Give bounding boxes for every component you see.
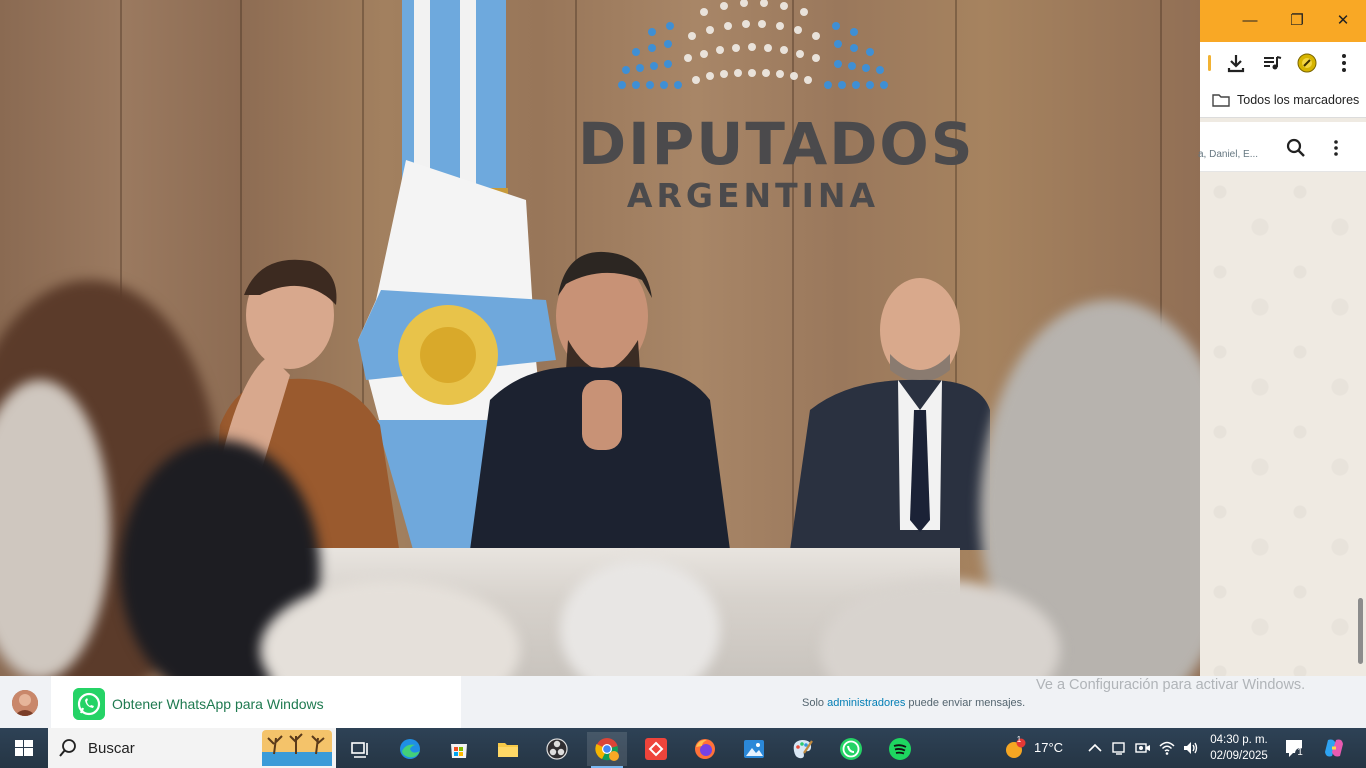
close-button[interactable]: ✕ xyxy=(1330,10,1356,32)
all-bookmarks-link[interactable]: Todos los marcadores xyxy=(1237,93,1359,107)
scrollbar-thumb[interactable] xyxy=(1358,598,1363,664)
admin-only-notice: Solo administradores puede enviar mensaj… xyxy=(802,697,1025,709)
notice-suffix: puede enviar mensajes. xyxy=(908,697,1026,709)
browser-toolbar xyxy=(1200,42,1366,84)
page-scrollbar[interactable] xyxy=(1356,176,1364,676)
administrators-link[interactable]: administradores xyxy=(827,697,905,709)
activate-windows-watermark: Ve a Configuración para activar Windows. xyxy=(1036,677,1306,693)
chat-members-list[interactable]: a, Daniel, E... xyxy=(1198,149,1258,160)
file-explorer-icon[interactable] xyxy=(488,732,528,766)
clock-date: 02/09/2025 xyxy=(1210,750,1268,762)
window-titlebar: — ❐ ✕ xyxy=(1200,0,1366,42)
firefox-icon[interactable] xyxy=(685,732,725,766)
person-right xyxy=(790,278,990,550)
task-view-icon[interactable] xyxy=(340,732,380,766)
photo-viewer[interactable]: DIPUTADOS ARGENTINA xyxy=(0,0,1200,676)
volume-icon[interactable] xyxy=(1182,739,1200,757)
wordmark-line1: DIPUTADOS xyxy=(578,110,975,178)
spotify-icon[interactable] xyxy=(880,732,920,766)
taskbar-search-box[interactable]: Buscar xyxy=(48,728,336,768)
obs-studio-icon[interactable] xyxy=(537,732,577,766)
chevron-up-icon[interactable] xyxy=(1086,739,1104,757)
search-label: Buscar xyxy=(88,740,135,757)
whatsapp-taskbar-icon[interactable] xyxy=(831,732,871,766)
windows-taskbar: Buscar 1 17°C 04:30 p. m. 02/09/2025 1 xyxy=(0,728,1366,768)
search-icon[interactable] xyxy=(1286,138,1306,158)
chat-menu-icon[interactable] xyxy=(1326,138,1346,158)
whatsapp-footer: Obtener WhatsApp para Windows Solo admin… xyxy=(0,676,1366,728)
notification-count: 1 xyxy=(1297,747,1303,758)
media-controls-icon[interactable] xyxy=(1261,52,1283,74)
bookmarks-bar: Todos los marcadores xyxy=(1200,84,1366,118)
weather-badge: 1 xyxy=(1016,735,1022,744)
desktop-screen: DIPUTADOS ARGENTINA — ❐ ✕ Todos los marc… xyxy=(0,0,1366,768)
system-clock[interactable]: 04:30 p. m. 02/09/2025 xyxy=(1208,732,1270,764)
camera-icon[interactable] xyxy=(1134,739,1152,757)
minimize-button[interactable]: — xyxy=(1237,10,1263,32)
clock-time: 04:30 p. m. xyxy=(1210,734,1268,746)
toolbar-separator xyxy=(1208,55,1211,71)
microsoft-store-icon[interactable] xyxy=(439,732,479,766)
restore-button[interactable]: ❐ xyxy=(1284,10,1310,32)
photos-icon[interactable] xyxy=(734,732,774,766)
anydesk-icon[interactable] xyxy=(636,732,676,766)
folder-icon[interactable] xyxy=(1212,93,1230,107)
person-center xyxy=(470,251,730,550)
extension-icon[interactable] xyxy=(1296,52,1318,74)
chrome-icon[interactable] xyxy=(587,732,627,768)
paint-icon[interactable] xyxy=(782,732,822,766)
device-icon[interactable] xyxy=(1110,739,1128,757)
get-whatsapp-link[interactable]: Obtener WhatsApp para Windows xyxy=(112,696,324,712)
search-highlight-icon xyxy=(262,730,332,766)
download-icon[interactable] xyxy=(1225,52,1247,74)
search-icon xyxy=(59,739,76,757)
chat-background xyxy=(1200,172,1366,676)
windows-start-icon[interactable] xyxy=(0,728,48,768)
wordmark-line2: ARGENTINA xyxy=(626,176,880,215)
whatsapp-icon[interactable] xyxy=(73,688,105,720)
chat-header: a, Daniel, E... xyxy=(1198,122,1366,172)
notice-prefix: Solo xyxy=(802,697,825,709)
weather-temperature[interactable]: 17°C xyxy=(1034,740,1063,755)
menu-icon[interactable] xyxy=(1333,52,1355,74)
avatar[interactable] xyxy=(12,690,38,716)
edge-browser-icon[interactable] xyxy=(390,732,430,766)
diputados-wordmark: DIPUTADOS ARGENTINA xyxy=(578,110,975,216)
wifi-icon[interactable] xyxy=(1158,739,1176,757)
copilot-icon[interactable] xyxy=(1322,736,1346,760)
browser-side-panel: — ❐ ✕ Todos los marcadores a, Daniel, E.… xyxy=(1198,0,1366,676)
diputados-emblem xyxy=(618,0,888,89)
